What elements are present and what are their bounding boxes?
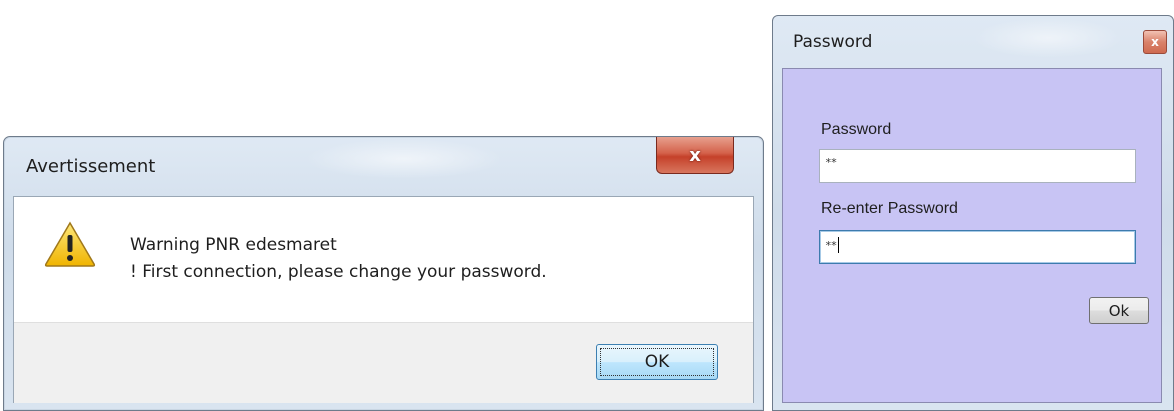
warning-dialog-footer: OK bbox=[14, 322, 753, 403]
ok-button[interactable]: Ok bbox=[1089, 297, 1149, 324]
warning-message-line2: ! First connection, please change your p… bbox=[130, 262, 547, 282]
warning-dialog-close-button[interactable]: x bbox=[656, 137, 734, 174]
password-field-value: ** bbox=[825, 156, 837, 169]
password-dialog: Password x Password ** Re-enter Password… bbox=[772, 15, 1174, 411]
title-bar-sheen bbox=[973, 18, 1123, 58]
close-icon: x bbox=[1151, 35, 1159, 49]
password-dialog-body: Password ** Re-enter Password ** Ok bbox=[782, 68, 1162, 403]
reenter-password-field[interactable]: ** bbox=[819, 230, 1136, 264]
warning-dialog: Avertissement x Warning PNR edesmaret ! … bbox=[3, 136, 764, 411]
password-dialog-title: Password bbox=[793, 32, 873, 52]
ok-button-label: OK bbox=[644, 352, 670, 372]
title-bar-sheen bbox=[304, 139, 504, 179]
warning-message-line1: Warning PNR edesmaret bbox=[130, 235, 337, 255]
warning-message: Warning PNR edesmaret ! First connection… bbox=[130, 232, 547, 286]
text-caret bbox=[838, 237, 840, 253]
password-field[interactable]: ** bbox=[819, 149, 1136, 183]
password-label: Password bbox=[821, 121, 892, 138]
password-dialog-close-button[interactable]: x bbox=[1143, 30, 1167, 54]
reenter-password-field-value: ** bbox=[825, 239, 837, 252]
warning-dialog-title: Avertissement bbox=[26, 156, 156, 177]
reenter-password-label: Re-enter Password bbox=[821, 200, 958, 217]
ok-button[interactable]: OK bbox=[596, 344, 718, 380]
warning-triangle-icon bbox=[44, 221, 96, 267]
warning-dialog-body: Warning PNR edesmaret ! First connection… bbox=[13, 196, 754, 403]
close-icon: x bbox=[689, 144, 701, 166]
